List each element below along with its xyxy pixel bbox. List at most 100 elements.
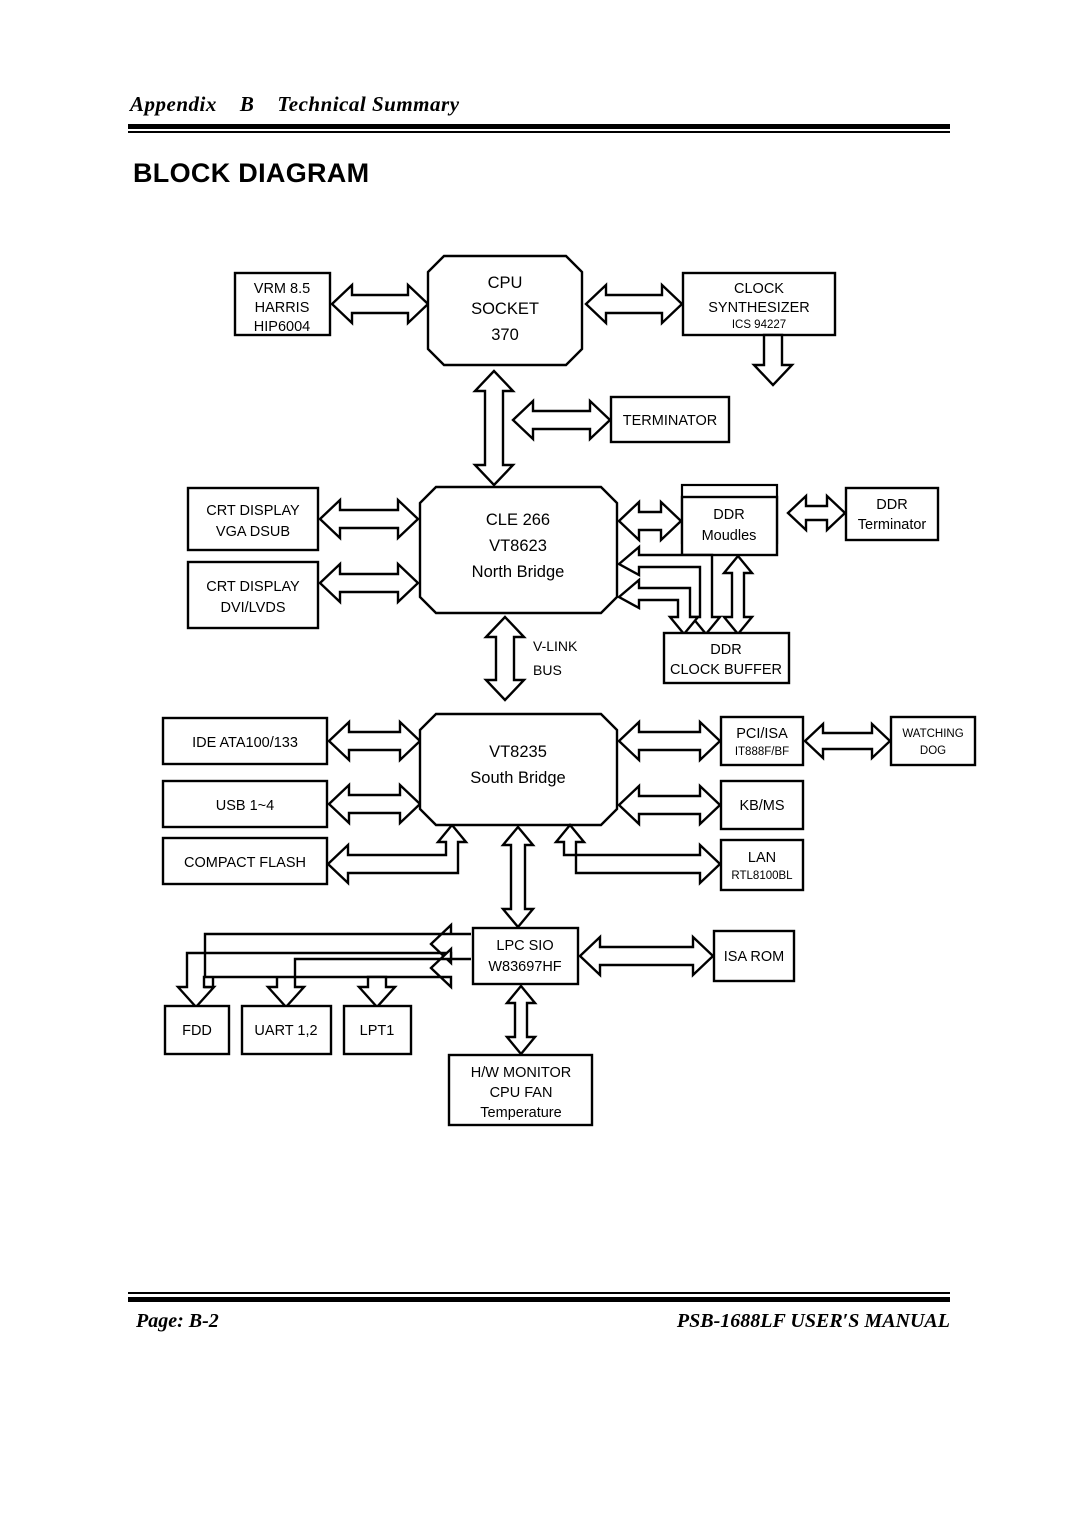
block-lpcsio-line1: LPC SIO bbox=[496, 938, 553, 954]
block-ide-label: IDE ATA100/133 bbox=[192, 735, 298, 751]
arrow-ddr-clockbuffer-vert bbox=[721, 554, 755, 636]
arrow-cpu-northbridge bbox=[472, 369, 516, 487]
block-cpu-line2: SOCKET bbox=[471, 300, 539, 318]
block-terminator-label: TERMINATOR bbox=[623, 413, 718, 429]
block-usb-label: USB 1~4 bbox=[216, 798, 274, 814]
footer-rule-thick bbox=[128, 1297, 950, 1302]
manual-name: PSB-1688LF USER′S MANUAL bbox=[676, 1310, 950, 1332]
block-compact-flash: COMPACT FLASH bbox=[161, 836, 329, 886]
arrow-bus-terminator bbox=[511, 398, 612, 442]
block-ddr-line1: DDR bbox=[713, 507, 744, 523]
block-hwmon-line3: Temperature bbox=[480, 1105, 561, 1121]
block-crt-vga-line2: VGA DSUB bbox=[216, 524, 290, 540]
block-ddrbuf-line1: DDR bbox=[710, 642, 741, 658]
block-lpc-sio: LPC SIO W83697HF bbox=[471, 926, 580, 986]
block-diagram: VRM 8.5 HARRIS HIP6004 CPU SOCKET 370 CL… bbox=[0, 225, 1080, 1185]
arrow-sb-kbms bbox=[617, 783, 722, 827]
block-ddrterm-line2: Terminator bbox=[858, 517, 927, 533]
block-pciisa-line1: PCI/ISA bbox=[736, 726, 788, 742]
block-fdd-label: FDD bbox=[182, 1023, 212, 1039]
block-clock-line1: CLOCK bbox=[734, 281, 784, 297]
arrow-sb-lan-elbow bbox=[553, 823, 722, 886]
arrow-sb-pciisa bbox=[617, 719, 722, 763]
arrow-lpcsio-hwmonitor bbox=[504, 984, 538, 1056]
block-kb-ms: KB/MS bbox=[719, 779, 805, 831]
vlink-label-line2: BUS bbox=[533, 662, 562, 678]
block-isarom-label: ISA ROM bbox=[724, 949, 784, 965]
block-lan-line2: RTL8100BL bbox=[731, 870, 793, 882]
vlink-label-line1: V-LINK bbox=[533, 638, 578, 654]
block-ddr-clock-buffer: DDR CLOCK BUFFER bbox=[662, 631, 791, 685]
block-lan: LAN RTL8100BL bbox=[719, 838, 805, 892]
block-nb-line2: VT8623 bbox=[489, 537, 547, 555]
arrow-pciisa-watchdog bbox=[803, 721, 892, 761]
block-ddrterm-line1: DDR bbox=[876, 497, 907, 513]
block-nb-line3: North Bridge bbox=[472, 563, 565, 581]
block-cpu-socket: CPU SOCKET 370 bbox=[426, 254, 584, 367]
block-south-bridge: VT8235 South Bridge bbox=[418, 712, 619, 827]
block-pci-isa: PCI/ISA IT888F/BF bbox=[719, 715, 805, 767]
block-uart: UART 1,2 bbox=[240, 1004, 333, 1056]
block-sb-line2: South Bridge bbox=[470, 769, 565, 787]
arrow-lpcsio-isarom bbox=[578, 934, 715, 978]
block-ddrbuf-line2: CLOCK BUFFER bbox=[670, 662, 782, 678]
header-rule-thick bbox=[128, 124, 950, 129]
block-cf-label: COMPACT FLASH bbox=[184, 855, 306, 871]
arrow-lpcsio-lpt1-elbow bbox=[356, 975, 398, 1009]
block-crt-dvi: CRT DISPLAY DVI/LVDS bbox=[186, 560, 320, 630]
arrow-crt-vga-nb bbox=[318, 497, 420, 541]
block-crt-vga: CRT DISPLAY VGA DSUB bbox=[186, 486, 320, 552]
block-lpcsio-line2: W83697HF bbox=[488, 959, 561, 975]
arrow-usb-sb bbox=[327, 782, 422, 826]
arrow-sb-lpcsio bbox=[500, 825, 536, 929]
block-hwmon-line1: H/W MONITOR bbox=[471, 1065, 571, 1081]
appendix-breadcrumb: Appendix B Technical Summary bbox=[130, 92, 460, 116]
block-lpt1-label: LPT1 bbox=[360, 1023, 395, 1039]
block-isa-rom: ISA ROM bbox=[712, 929, 796, 983]
arrow-nb-clockbuffer-elbow-2 bbox=[616, 577, 701, 636]
block-lpt1: LPT1 bbox=[342, 1004, 413, 1056]
page-title: BLOCK DIAGRAM bbox=[133, 158, 370, 188]
arrow-nb-ddr bbox=[617, 499, 683, 543]
block-cpu-line1: CPU bbox=[488, 274, 523, 292]
block-watchdog-line1: WATCHING bbox=[902, 728, 963, 740]
block-hw-monitor: H/W MONITOR CPU FAN Temperature bbox=[447, 1053, 594, 1127]
block-sb-line1: VT8235 bbox=[489, 743, 547, 761]
block-vrm-line2: HARRIS bbox=[255, 300, 310, 316]
block-usb: USB 1~4 bbox=[161, 779, 329, 829]
block-clock-line3: ICS 94227 bbox=[732, 319, 786, 331]
block-ide: IDE ATA100/133 bbox=[161, 716, 329, 766]
block-crt-dvi-line2: DVI/LVDS bbox=[220, 600, 285, 616]
block-ddr-line2: Moudles bbox=[702, 528, 757, 544]
block-ddr-terminator: DDR Terminator bbox=[844, 486, 940, 542]
block-vrm-line3: HIP6004 bbox=[254, 319, 310, 335]
block-watching-dog: WATCHING DOG bbox=[889, 715, 977, 767]
arrow-cpu-clock bbox=[584, 282, 684, 326]
block-vrm: VRM 8.5 HARRIS HIP6004 bbox=[233, 271, 332, 337]
block-north-bridge: CLE 266 VT8623 North Bridge bbox=[418, 485, 619, 615]
block-hwmon-line2: CPU FAN bbox=[490, 1085, 553, 1101]
header-rule-thin bbox=[128, 131, 950, 133]
page-number: Page: B-2 bbox=[136, 1310, 219, 1332]
block-lan-line1: LAN bbox=[748, 850, 776, 866]
block-crt-vga-line1: CRT DISPLAY bbox=[206, 503, 300, 519]
arrow-vlink-bus bbox=[483, 615, 527, 702]
block-nb-line1: CLE 266 bbox=[486, 511, 550, 529]
block-cpu-line3: 370 bbox=[491, 326, 519, 344]
arrow-lpcsio-uart-elbow bbox=[202, 946, 471, 1009]
arrow-ddr-terminator bbox=[786, 493, 847, 533]
arrow-ide-sb bbox=[327, 719, 422, 763]
footer-rule-thin bbox=[128, 1292, 950, 1294]
block-ddr-modules: DDR Moudles bbox=[680, 483, 779, 557]
arrow-clock-down bbox=[751, 333, 795, 387]
block-watchdog-line2: DOG bbox=[920, 745, 946, 757]
block-kbms-label: KB/MS bbox=[739, 798, 784, 814]
block-clock-line2: SYNTHESIZER bbox=[708, 300, 810, 316]
block-vrm-line1: VRM 8.5 bbox=[254, 281, 310, 297]
manual-page: Appendix B Technical Summary BLOCK DIAGR… bbox=[0, 0, 1080, 1526]
block-pciisa-line2: IT888F/BF bbox=[735, 746, 789, 758]
block-fdd: FDD bbox=[163, 1004, 231, 1056]
arrow-crt-dvi-nb bbox=[318, 561, 420, 605]
arrow-sb-compactflash-elbow bbox=[326, 823, 469, 886]
block-clock-synthesizer: CLOCK SYNTHESIZER ICS 94227 bbox=[681, 271, 837, 337]
